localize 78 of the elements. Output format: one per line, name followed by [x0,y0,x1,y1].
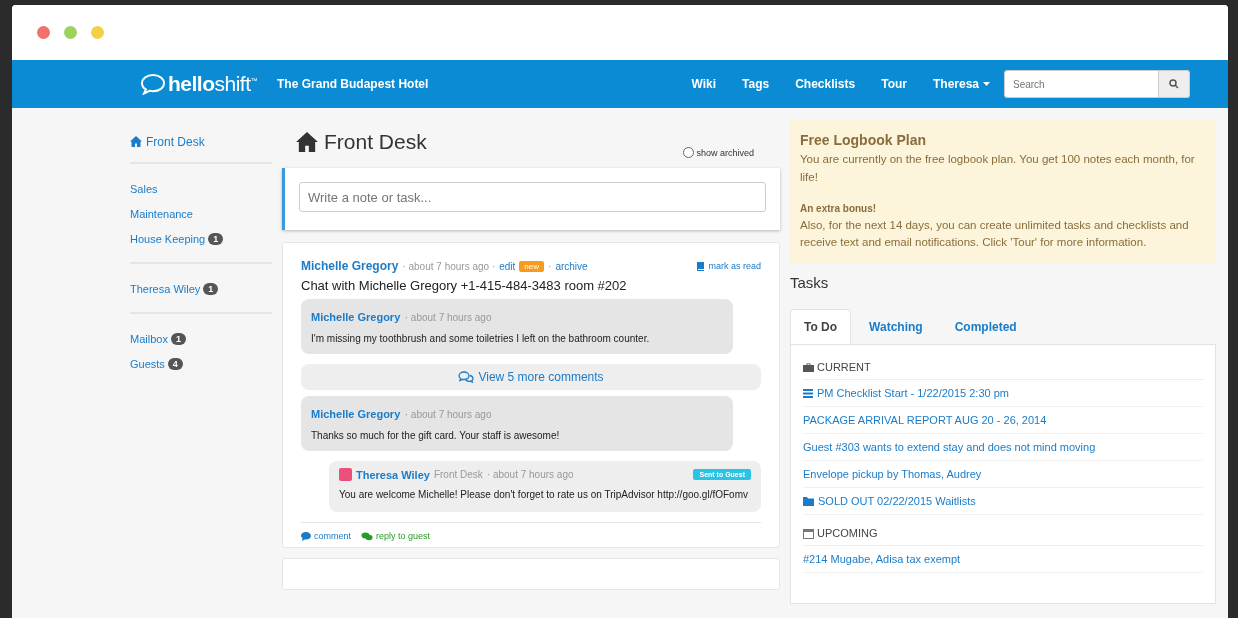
close-dot-icon[interactable] [37,26,50,39]
task-link[interactable]: Envelope pickup by Thomas, Audrey [803,461,1203,489]
reply-text: You are welcome Michelle! Please don't forget to rate us on TripAdvisor http://goo.gl/fOFomv [339,488,749,502]
comment-icon [301,531,311,541]
list-icon [803,388,813,398]
calendar-icon [803,527,814,539]
sidebar-item[interactable]: House Keeping [130,232,206,245]
notice-text: You are currently on the free logbook plan. You get 100 notes each month, for life! [800,152,1196,185]
notice-text: Also, for the next 14 days, you can create unlimited tasks and checklists and receive text and email notifications. Click 'Tour' for more information. [800,217,1190,251]
tab[interactable]: Watching [855,309,937,345]
caret-icon [983,82,990,86]
avatar-icon [339,468,352,481]
reply-to-guest-link[interactable]: reply to guest [361,531,431,541]
task-link[interactable]: PM Checklist Start - 1/22/2015 2:30 pm [803,380,1203,408]
edit-link[interactable]: edit [499,260,516,272]
folder-icon [803,496,814,506]
task-link[interactable]: Guest #303 wants to extend stay and does not mind moving [803,434,1203,462]
nav-link[interactable]: Wiki [691,77,717,91]
mark-as-read-link[interactable]: mark as read [696,261,761,271]
tab[interactable]: Completed [940,309,1031,345]
sidebar-item[interactable]: Sales [130,182,158,195]
author-link[interactable]: Michelle Gregory [301,259,399,273]
task-link[interactable]: SOLD OUT 02/22/2015 Waitlists [803,488,1203,516]
sidebar-item[interactable]: Theresa Wiley [130,282,201,295]
archive-link[interactable]: archive [555,260,588,272]
home-icon [130,136,142,147]
department: Front Desk [433,469,483,480]
nav-link[interactable]: Tour [881,77,907,91]
user-menu[interactable]: Theresa [932,77,990,91]
comments-icon [458,371,475,383]
timestamp: · about 7 hours ago [404,312,492,323]
checkbox[interactable] [683,147,695,158]
chat-icon [361,531,373,541]
sidebar-item[interactable]: Mailbox [130,332,168,345]
sidebar-item[interactable]: Maintenance [130,207,193,220]
comment-text: I'm missing my toothbrush and some toiletries I left on the bathroom counter. [311,332,651,346]
note-input[interactable]: Write a note or task... [299,182,766,212]
notice-subtitle: An extra bonus! [800,202,878,214]
sidebar-item[interactable]: Guests [130,357,165,370]
section-heading: CURRENT [803,357,1203,381]
search-icon [1169,79,1179,89]
author-link[interactable]: Theresa Wiley [356,468,430,481]
minimize-dot-icon[interactable] [91,26,104,39]
notice-title: Free Logbook Plan [800,132,927,148]
home-icon [296,132,318,152]
count-badge: 1 [208,232,224,245]
tab[interactable]: To Do [790,309,852,345]
new-badge: new [519,260,545,272]
timestamp: · about 7 hours ago · [402,260,496,272]
timestamp: · about 7 hours ago [404,409,492,420]
search-button[interactable] [1159,70,1190,98]
show-archived-checkbox[interactable]: show archived [683,147,754,158]
timestamp: · about 7 hours ago [486,469,574,480]
post-text: Chat with Michelle Gregory +1-415-484-3483 room #202 [301,278,628,293]
view-more-comments-button[interactable]: View 5 more comments [301,364,761,390]
separator: · [548,260,552,272]
sidebar-item[interactable]: Front Desk [130,134,205,149]
author-link[interactable]: Michelle Gregory [311,408,401,420]
speech-bubble-icon [140,73,166,95]
task-link[interactable]: #214 Mugabe, Adisa tax exempt [803,546,1203,574]
count-badge: 4 [167,357,183,370]
page-title: Front Desk [296,130,427,154]
nav-link[interactable]: Tags [742,77,770,91]
count-badge: 1 [170,332,186,345]
count-badge: 1 [203,282,219,295]
task-link[interactable]: PACKAGE ARRIVAL REPORT AUG 20 - 26, 2014 [803,407,1203,435]
comment-text: Thanks so much for the gift card. Your staff is awesome! [311,429,561,443]
search-field[interactable]: Search [1004,70,1159,98]
hotel-name: The Grand Budapest Hotel [277,77,429,91]
author-link[interactable]: Michelle Gregory [311,311,401,323]
tasks-heading: Tasks [790,274,830,292]
section-heading: UPCOMING [803,523,1203,547]
zoom-dot-icon[interactable] [64,26,77,39]
book-icon [696,261,705,271]
logo[interactable]: helloshift$^{™}$ [168,72,258,96]
briefcase-icon [803,362,814,372]
nav-link[interactable]: Checklists [795,77,856,91]
comment-link[interactable]: comment [301,531,351,541]
